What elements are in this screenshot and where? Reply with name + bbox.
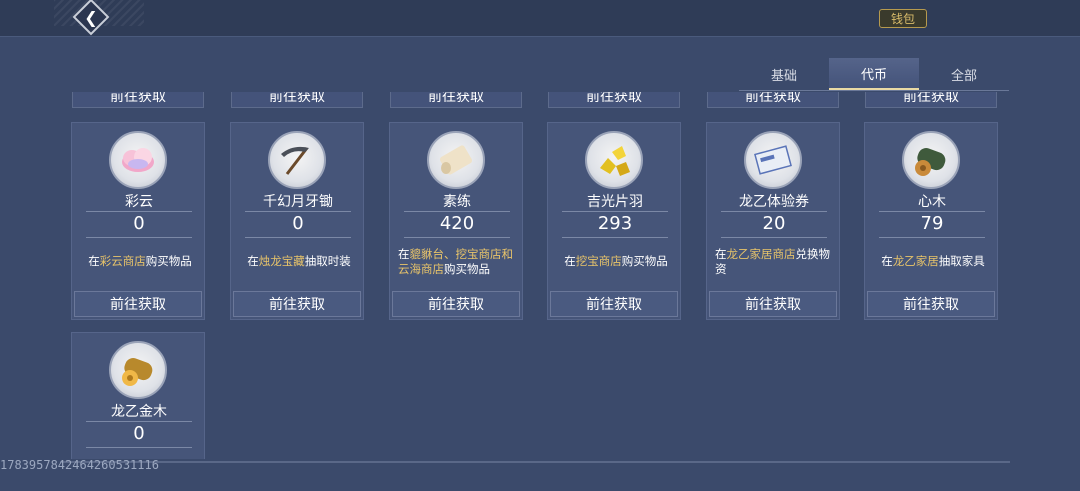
partial-go-button[interactable]: 前往获取 (390, 92, 522, 108)
hoe-icon (268, 131, 326, 189)
divider (86, 421, 192, 422)
item-card[interactable]: 心木 79 在龙乙家居抽取家具 前往获取 (864, 122, 998, 320)
go-get-button[interactable]: 前往获取 (74, 291, 202, 317)
ticket-icon (744, 131, 802, 189)
partial-go-button[interactable]: 前往获取 (865, 92, 997, 108)
go-get-button[interactable]: 前往获取 (550, 291, 678, 317)
item-source: 在彩云商店购买物品 (88, 254, 192, 268)
item-card[interactable]: 龙乙金木 0 (71, 332, 205, 459)
divider (562, 237, 668, 238)
divider (879, 211, 985, 212)
wood-log-icon (902, 131, 960, 189)
tab-tokens[interactable]: 代币 (829, 58, 919, 90)
item-name: 心木 (918, 194, 946, 210)
divider (404, 237, 510, 238)
go-get-button[interactable]: 前往获取 (392, 291, 520, 317)
go-get-button[interactable]: 前往获取 (867, 291, 995, 317)
item-grid[interactable]: 前往获取 前往获取 前往获取 前往获取 前往获取 前往获取 彩云 0 在彩云商店… (60, 92, 1010, 459)
item-name: 彩云 (125, 194, 153, 210)
item-count: 420 (439, 213, 475, 234)
user-id: 1783957842464260531116 (0, 458, 159, 472)
item-source: 在貔貅台、挖宝商店和云海商店购买物品 (398, 247, 513, 276)
tab-bar: 基础 代币 全部 (739, 58, 1009, 90)
divider (86, 211, 192, 212)
tab-all[interactable]: 全部 (919, 58, 1009, 90)
golden-log-icon (109, 341, 167, 399)
tab-basic[interactable]: 基础 (739, 58, 829, 90)
gold-nugget-icon (585, 131, 643, 189)
divider (721, 211, 827, 212)
divider (86, 447, 192, 448)
divider (721, 237, 827, 238)
item-card[interactable]: 素练 420 在貔貅台、挖宝商店和云海商店购买物品 前往获取 (389, 122, 523, 320)
item-name: 素练 (443, 194, 471, 210)
wallet-button[interactable]: 钱包 (879, 9, 927, 28)
scroll-track (60, 461, 1010, 463)
top-bar: ❮ 钱包 (0, 0, 1080, 37)
item-source: 在挖宝商店购买物品 (564, 254, 668, 268)
item-source: 在烛龙宝藏抽取时装 (247, 254, 351, 268)
partial-go-button[interactable]: 前往获取 (548, 92, 680, 108)
partial-go-button[interactable]: 前往获取 (72, 92, 204, 108)
item-name: 千幻月牙锄 (263, 194, 333, 210)
silk-scroll-icon (427, 131, 485, 189)
item-source: 在龙乙家居商店兑换物资 (715, 247, 830, 276)
item-card[interactable]: 吉光片羽 293 在挖宝商店购买物品 前往获取 (547, 122, 681, 320)
item-count: 293 (597, 213, 633, 234)
item-count: 0 (133, 213, 145, 234)
go-get-button[interactable]: 前往获取 (709, 291, 837, 317)
item-name: 龙乙金木 (111, 404, 167, 420)
chevron-left-icon: ❮ (84, 7, 98, 27)
item-card[interactable]: 彩云 0 在彩云商店购买物品 前往获取 (71, 122, 205, 320)
divider (245, 237, 351, 238)
item-name: 吉光片羽 (587, 194, 643, 210)
tab-divider (739, 90, 1009, 91)
item-source: 在龙乙家居抽取家具 (881, 254, 985, 268)
item-card[interactable]: 千幻月牙锄 0 在烛龙宝藏抽取时装 前往获取 (230, 122, 364, 320)
partial-go-button[interactable]: 前往获取 (231, 92, 363, 108)
cloud-icon (109, 131, 167, 189)
go-get-button[interactable]: 前往获取 (233, 291, 361, 317)
item-count: 0 (133, 423, 145, 444)
divider (245, 211, 351, 212)
item-card[interactable]: 龙乙体验券 20 在龙乙家居商店兑换物资 前往获取 (706, 122, 840, 320)
item-name: 龙乙体验券 (739, 194, 809, 210)
partial-go-button[interactable]: 前往获取 (707, 92, 839, 108)
item-count: 20 (762, 213, 786, 234)
item-count: 79 (920, 213, 944, 234)
divider (879, 237, 985, 238)
divider (86, 237, 192, 238)
divider (562, 211, 668, 212)
divider (404, 211, 510, 212)
item-count: 0 (292, 213, 304, 234)
